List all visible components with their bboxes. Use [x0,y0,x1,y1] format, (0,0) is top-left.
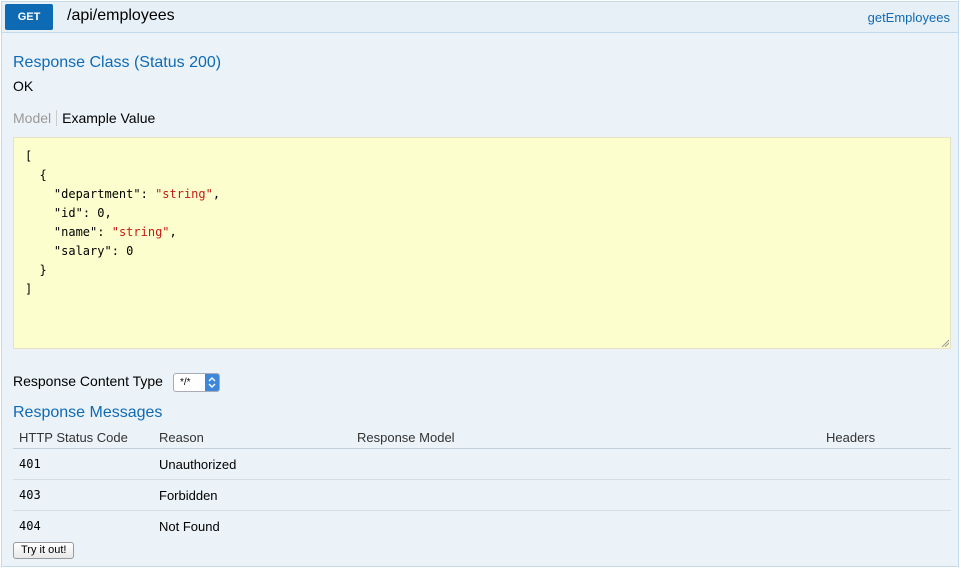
status-code: 403 [13,479,153,511]
example-field-value: 0 [126,244,134,258]
table-row: 401 Unauthorized [13,448,951,480]
response-model [351,448,820,480]
tab-model[interactable]: Model [13,110,58,126]
table-header-row: HTTP Status Code Reason Response Model H… [13,427,951,449]
headers [820,448,951,480]
status-code: 401 [13,448,153,480]
response-model [351,511,820,542]
column-header-headers: Headers [820,427,951,449]
example-field-comma: , [169,225,177,239]
example-field-value: "string" [155,187,213,201]
response-model [351,479,820,511]
content-type-selected: */* [180,377,191,388]
http-method-badge[interactable]: GET [5,4,53,30]
example-field-comma: , [212,187,221,201]
table-row: 403 Forbidden [13,479,951,511]
tab-example-value[interactable]: Example Value [57,110,155,126]
example-field-line: "name": "string", [53,225,177,239]
content-type-label: Response Content Type [13,373,163,389]
close-bracket: ] [25,282,33,296]
example-value-snippet[interactable]: [ { "department": "string", "id": 0, "na… [13,137,951,349]
operation-panel: GET /api/employees getEmployees Response… [1,1,959,567]
reason: Unauthorized [153,448,351,480]
close-brace: } [39,263,47,277]
signature-tabs: Model Example Value [13,110,155,126]
endpoint-path[interactable]: /api/employees [67,7,175,25]
try-it-out-button[interactable]: Try it out! [13,542,75,559]
response-class-heading: Response Class (Status 200) [13,54,222,71]
operation-id-link[interactable]: getEmployees [868,10,950,25]
response-messages-table: HTTP Status Code Reason Response Model H… [13,427,951,541]
example-field-value: 0 [97,206,105,220]
reason: Forbidden [153,479,351,511]
example-field-comma: , [104,206,112,220]
open-bracket: [ [25,149,33,163]
headers [820,511,951,542]
example-field-line: "id": 0, [53,206,112,220]
column-header-reason: Reason [153,427,351,449]
column-header-status-code: HTTP Status Code [13,427,153,449]
select-arrows-icon [205,374,219,391]
table-row: 404 Not Found [13,511,951,542]
reason: Not Found [159,518,220,534]
headers [820,479,951,511]
response-class-description: OK [13,78,34,94]
operation-header[interactable]: GET /api/employees getEmployees [2,2,958,33]
open-brace: { [39,168,47,182]
example-field-key: "salary" [53,244,112,258]
response-messages-heading: Response Messages [13,404,163,421]
example-field-key: "id" [53,206,83,220]
column-header-response-model: Response Model [351,427,820,449]
example-field-line: "salary": 0 [53,244,134,258]
example-field-value: "string" [111,225,170,239]
example-field-key: "department" [53,187,141,201]
content-type-select[interactable]: */* [173,373,220,392]
resize-handle-icon[interactable] [941,339,949,347]
example-field-key: "name" [53,225,98,239]
example-field-line: "department": "string", [53,187,221,201]
status-code: 404 [19,519,41,533]
